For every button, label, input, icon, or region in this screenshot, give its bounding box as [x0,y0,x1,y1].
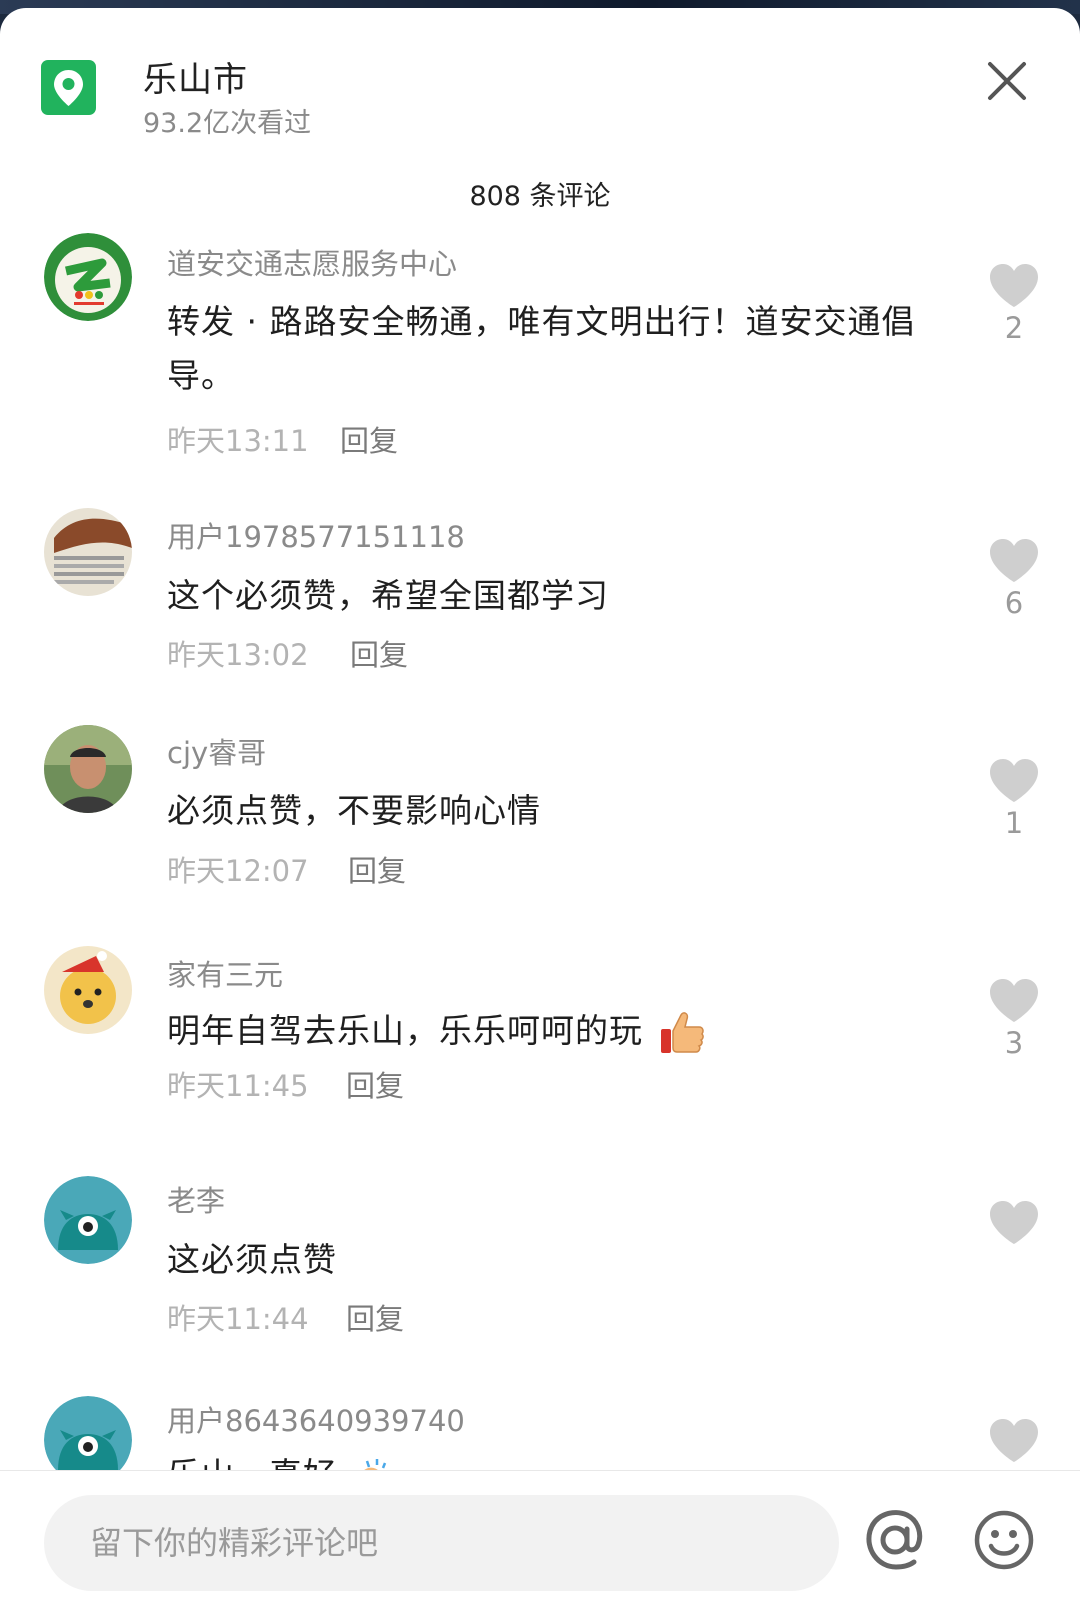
comment-username[interactable]: cjy睿哥 [167,730,266,772]
emoji-smile-icon[interactable] [973,1509,1035,1575]
reply-button[interactable]: 回复 [350,632,408,674]
comment-username[interactable]: 道安交通志愿服务中心 [167,241,457,283]
comment-username[interactable]: 老李 [167,1178,225,1220]
heart-icon [990,759,1038,802]
avatar[interactable] [44,1176,132,1264]
comment-time: 昨天11:44 [167,1302,309,1336]
heart-icon [990,539,1038,582]
avatar[interactable] [44,508,132,596]
like-button[interactable]: 6 [986,538,1042,620]
thumbs-up-icon [660,1011,704,1053]
avatar[interactable] [44,725,132,813]
close-icon[interactable] [984,58,1030,104]
comment-text-content: 明年自驾去乐山，乐乐呵呵的玩 [167,1011,643,1050]
heart-icon [990,1201,1038,1244]
like-count: 1 [1004,806,1024,840]
comment-username[interactable]: 用户1978577151118 [167,514,465,556]
comments-sheet: 乐山市 93.2亿次看过 808 条评论 道安交通志愿服务中心 转发 · 路路安… [0,8,1080,1615]
comment-text: 这必须点赞 [167,1240,337,1279]
comment-time: 昨天11:45 [167,1069,309,1103]
location-title[interactable]: 乐山市 [143,52,248,101]
location-pin-icon[interactable] [41,60,96,115]
comments-count-title: 808 条评论 [469,181,611,212]
comment-text: 明年自驾去乐山，乐乐呵呵的玩 [167,1004,937,1058]
heart-icon [990,1419,1038,1462]
heart-icon [990,264,1038,307]
like-count: 2 [1004,311,1024,345]
reply-button[interactable]: 回复 [340,418,398,460]
heart-icon [990,979,1038,1022]
avatar[interactable] [44,946,132,1034]
like-button[interactable] [986,1200,1042,1248]
comment-input[interactable] [44,1495,839,1591]
comment-time: 昨天13:02 [167,638,309,672]
reply-button[interactable]: 回复 [346,1063,404,1105]
comment-username[interactable]: 家有三元 [167,952,283,994]
like-count: 6 [1004,586,1024,620]
like-count: 3 [1004,1026,1024,1060]
reply-button[interactable]: 回复 [346,1296,404,1338]
comment-username[interactable]: 用户8643640939740 [167,1398,465,1440]
comment-text: 必须点赞，不要影响心情 [167,791,541,830]
comment-input-bar [0,1470,1080,1616]
like-button[interactable]: 3 [986,978,1042,1060]
comment-text: 转发 · 路路安全畅通，唯有文明出行！道安交通倡导。 [167,302,916,395]
reply-button[interactable]: 回复 [348,848,406,890]
like-button[interactable] [986,1418,1042,1466]
comment-time: 昨天12:07 [167,854,309,888]
avatar[interactable] [44,233,132,321]
like-button[interactable]: 2 [986,263,1042,345]
comment-text: 这个必须赞，希望全国都学习 [167,576,609,615]
comment-time: 昨天13:11 [167,424,309,458]
like-button[interactable]: 1 [986,758,1042,840]
location-view-count: 93.2亿次看过 [143,108,312,139]
at-mention-icon[interactable] [862,1507,928,1577]
